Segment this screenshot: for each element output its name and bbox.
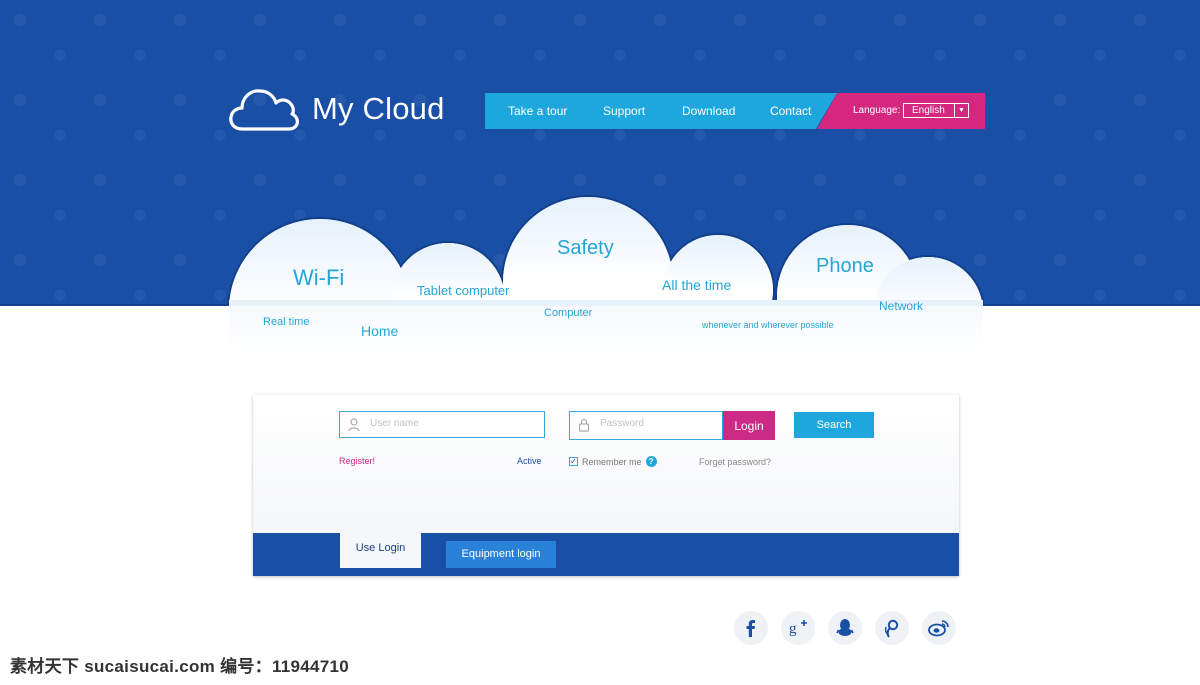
lock-icon <box>578 418 590 432</box>
cloud-word-home: Home <box>361 323 399 339</box>
remember-label: Remember me <box>582 456 642 467</box>
tencent-weibo-icon[interactable] <box>875 611 909 645</box>
cloud-word-tablet: Tablet computer <box>417 283 510 298</box>
cloud-word-network: Network <box>879 299 924 313</box>
help-icon[interactable]: ? <box>645 456 657 467</box>
tab-use-login[interactable]: Use Login <box>340 532 421 568</box>
username-field[interactable] <box>339 411 545 438</box>
cloud-word-safety: Safety <box>557 237 614 259</box>
login-button[interactable]: Login <box>723 411 775 440</box>
cloud-word-real-time: Real time <box>263 316 310 328</box>
user-icon <box>348 418 360 432</box>
register-link[interactable]: Register! <box>339 456 375 466</box>
sina-weibo-icon[interactable] <box>922 611 956 645</box>
cloud-word-whenever: whenever and wherever possible <box>702 320 834 330</box>
username-input[interactable] <box>368 417 532 430</box>
cloud-word-computer: Computer <box>544 307 593 319</box>
forgot-password-link[interactable]: Forget password? <box>699 457 771 467</box>
facebook-icon[interactable] <box>734 611 768 645</box>
password-field[interactable] <box>569 411 762 440</box>
tab-equipment-login[interactable]: Equipment login <box>446 541 556 568</box>
search-button[interactable]: Search <box>794 412 874 438</box>
google-plus-icon[interactable]: g <box>781 611 815 645</box>
active-link[interactable]: Active <box>517 456 542 466</box>
qq-icon[interactable] <box>828 611 862 645</box>
cloud-shape <box>226 195 986 420</box>
login-panel: Login Search Register! Active ✓ Remember… <box>253 395 959 576</box>
cloud-word-phone: Phone <box>816 255 874 277</box>
svg-text:g: g <box>789 621 797 637</box>
watermark-bar: 素材天下 sucaisucai.com 编号：11944710 <box>0 646 1200 685</box>
cloud-word-wifi: Wi-Fi <box>293 265 345 290</box>
watermark-text: 素材天下 sucaisucai.com 编号：11944710 <box>10 657 350 676</box>
remember-me[interactable]: ✓ Remember me ? <box>569 456 657 467</box>
remember-checkbox[interactable]: ✓ <box>569 457 578 466</box>
cloud-word-all-the-time: All the time <box>662 277 732 293</box>
